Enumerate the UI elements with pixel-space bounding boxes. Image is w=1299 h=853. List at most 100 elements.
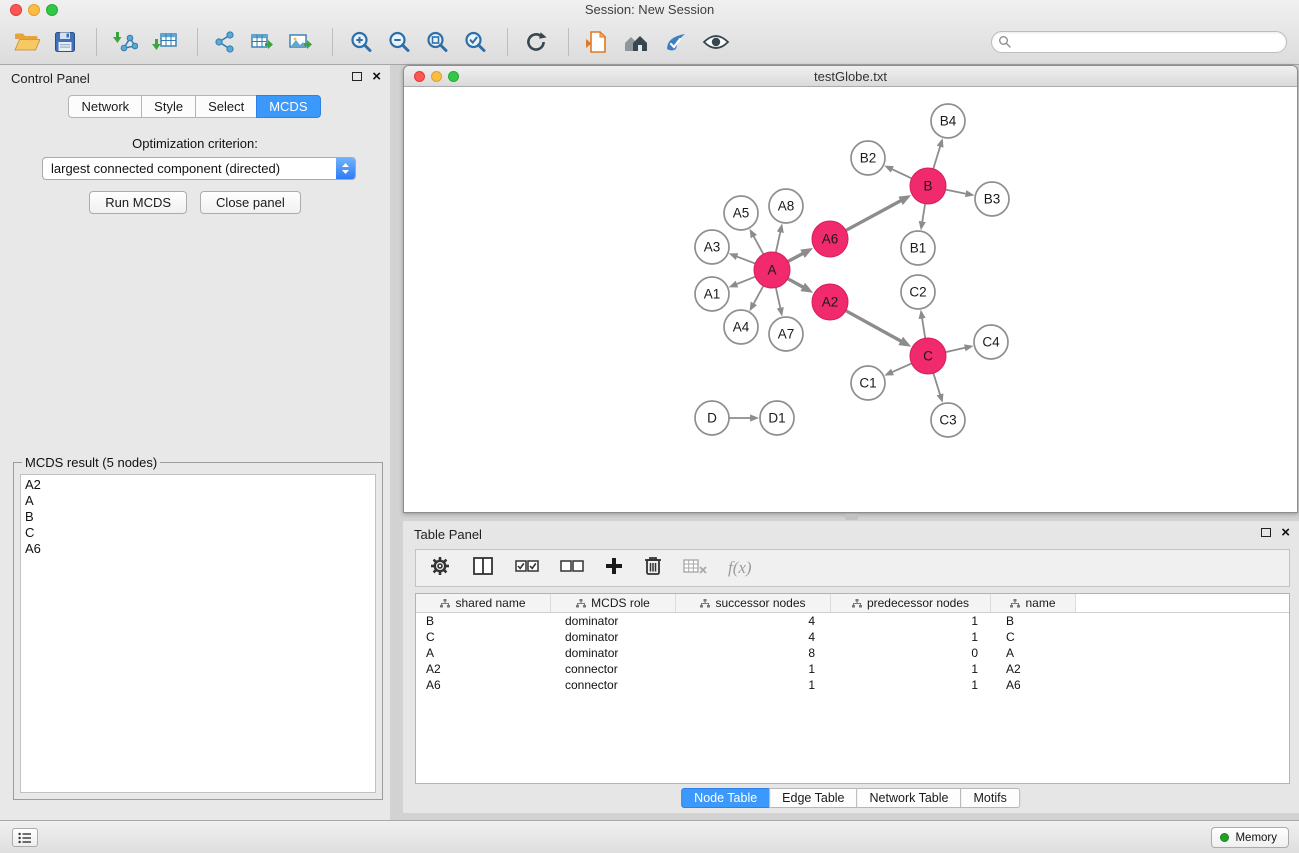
column-header-successor-nodes[interactable]: successor nodes bbox=[676, 594, 831, 612]
main-titlebar[interactable]: Session: New Session bbox=[0, 0, 1299, 20]
close-window-button[interactable] bbox=[10, 4, 22, 16]
unselect-all-button[interactable] bbox=[560, 558, 584, 579]
result-item-b[interactable]: B bbox=[25, 509, 375, 525]
result-item-a[interactable]: A bbox=[25, 493, 375, 509]
node-A8[interactable]: A8 bbox=[769, 189, 803, 223]
close-table-panel-icon[interactable]: × bbox=[1281, 527, 1290, 538]
node-A[interactable]: A bbox=[754, 252, 790, 288]
node-B4[interactable]: B4 bbox=[931, 104, 965, 138]
node-A2[interactable]: A2 bbox=[812, 284, 848, 320]
zoom-out-button[interactable] bbox=[387, 26, 411, 58]
show-hide-button[interactable] bbox=[702, 26, 730, 58]
edge-A-A7[interactable] bbox=[776, 288, 781, 309]
table-row-b[interactable]: Bdominator41B bbox=[416, 613, 1289, 629]
result-item-a2[interactable]: A2 bbox=[25, 477, 375, 493]
edge-A-A3[interactable] bbox=[736, 256, 755, 263]
edge-A-A5[interactable] bbox=[753, 236, 763, 254]
import-network-button[interactable] bbox=[113, 26, 138, 58]
node-C2[interactable]: C2 bbox=[901, 275, 935, 309]
table-row-a6[interactable]: A6connector11A6 bbox=[416, 677, 1289, 693]
tab-mcds[interactable]: MCDS bbox=[256, 95, 320, 118]
export-image-button[interactable] bbox=[288, 26, 312, 58]
edge-B-B1[interactable] bbox=[922, 204, 925, 223]
node-D1[interactable]: D1 bbox=[760, 401, 794, 435]
close-panel-button[interactable]: Close panel bbox=[200, 191, 301, 214]
network-minimize-button[interactable] bbox=[431, 71, 442, 82]
optimization-dropdown[interactable]: largest connected component (directed) bbox=[42, 157, 356, 180]
edge-C-C1[interactable] bbox=[892, 363, 912, 372]
column-header-predecessor-nodes[interactable]: predecessor nodes bbox=[831, 594, 991, 612]
node-A4[interactable]: A4 bbox=[724, 310, 758, 344]
tab-network[interactable]: Network bbox=[68, 95, 142, 118]
show-columns-button[interactable] bbox=[472, 556, 494, 581]
tab-style[interactable]: Style bbox=[141, 95, 196, 118]
tab-motifs[interactable]: Motifs bbox=[960, 788, 1019, 808]
node-D[interactable]: D bbox=[695, 401, 729, 435]
import-table-button[interactable] bbox=[152, 26, 177, 58]
mcds-result-list[interactable]: A2ABCA6 bbox=[20, 474, 376, 793]
result-item-a6[interactable]: A6 bbox=[25, 541, 375, 557]
save-session-button[interactable] bbox=[54, 26, 76, 58]
memory-button[interactable]: Memory bbox=[1211, 827, 1289, 848]
tab-node-table[interactable]: Node Table bbox=[681, 788, 770, 808]
tab-select[interactable]: Select bbox=[195, 95, 257, 118]
home-layout-button[interactable] bbox=[622, 26, 650, 58]
column-header-name[interactable]: name bbox=[991, 594, 1076, 612]
edge-A-A8[interactable] bbox=[776, 231, 781, 252]
node-C[interactable]: C bbox=[910, 338, 946, 374]
edge-A2-C[interactable] bbox=[846, 311, 902, 342]
delete-table-button[interactable] bbox=[683, 557, 707, 580]
float-panel-icon[interactable] bbox=[352, 72, 362, 81]
node-B3[interactable]: B3 bbox=[975, 182, 1009, 216]
panel-divider-grip[interactable] bbox=[845, 514, 858, 520]
edge-C-C4[interactable] bbox=[946, 348, 966, 352]
table-row-a[interactable]: Adominator80A bbox=[416, 645, 1289, 661]
node-A3[interactable]: A3 bbox=[695, 230, 729, 264]
export-table-button[interactable] bbox=[250, 26, 274, 58]
node-C3[interactable]: C3 bbox=[931, 403, 965, 437]
table-row-a2[interactable]: A2connector11A2 bbox=[416, 661, 1289, 677]
edge-C-C2[interactable] bbox=[922, 318, 925, 339]
open-session-button[interactable] bbox=[14, 26, 40, 58]
network-window-titlebar[interactable]: testGlobe.txt bbox=[404, 66, 1297, 87]
node-B2[interactable]: B2 bbox=[851, 141, 885, 175]
session-snapshot-button[interactable] bbox=[585, 26, 608, 58]
edge-B-B2[interactable] bbox=[892, 169, 912, 178]
select-all-button[interactable] bbox=[515, 558, 539, 579]
node-A7[interactable]: A7 bbox=[769, 317, 803, 351]
zoom-in-button[interactable] bbox=[349, 26, 373, 58]
table-row-c[interactable]: Cdominator41C bbox=[416, 629, 1289, 645]
node-A1[interactable]: A1 bbox=[695, 277, 729, 311]
delete-column-button[interactable] bbox=[644, 555, 662, 581]
export-network-button[interactable] bbox=[214, 26, 236, 58]
edge-A-A1[interactable] bbox=[736, 277, 755, 285]
edge-A-A2[interactable] bbox=[788, 279, 804, 288]
minimize-window-button[interactable] bbox=[28, 4, 40, 16]
refresh-layout-button[interactable] bbox=[524, 26, 548, 58]
search-input[interactable] bbox=[991, 31, 1287, 53]
column-header-mcds-role[interactable]: MCDS role bbox=[551, 594, 676, 612]
edge-B-B3[interactable] bbox=[946, 190, 967, 194]
tab-network-table[interactable]: Network Table bbox=[857, 788, 962, 808]
edge-A-A4[interactable] bbox=[753, 286, 763, 304]
network-canvas[interactable]: AA1A2A3A4A5A6A7A8BB1B2B3B4CC1C2C3C4DD1 bbox=[404, 87, 1297, 513]
close-panel-icon[interactable]: × bbox=[372, 71, 381, 82]
edge-A-A6[interactable] bbox=[788, 253, 804, 261]
node-A5[interactable]: A5 bbox=[724, 196, 758, 230]
zoom-selected-button[interactable] bbox=[463, 26, 487, 58]
edge-C-C3[interactable] bbox=[933, 373, 940, 395]
zoom-window-button[interactable] bbox=[46, 4, 58, 16]
float-table-panel-icon[interactable] bbox=[1261, 528, 1271, 537]
edge-A6-B[interactable] bbox=[846, 200, 902, 230]
edge-B-B4[interactable] bbox=[933, 146, 940, 169]
column-header-shared-name[interactable]: shared name bbox=[416, 594, 551, 612]
table-settings-button[interactable] bbox=[429, 555, 451, 582]
node-C4[interactable]: C4 bbox=[974, 325, 1008, 359]
function-builder-button[interactable]: f(x) bbox=[728, 558, 752, 578]
result-item-c[interactable]: C bbox=[25, 525, 375, 541]
node-B1[interactable]: B1 bbox=[901, 231, 935, 265]
network-zoom-button[interactable] bbox=[448, 71, 459, 82]
task-history-button[interactable] bbox=[12, 828, 38, 847]
node-table[interactable]: shared nameMCDS rolesuccessor nodesprede… bbox=[415, 593, 1290, 784]
network-close-button[interactable] bbox=[414, 71, 425, 82]
